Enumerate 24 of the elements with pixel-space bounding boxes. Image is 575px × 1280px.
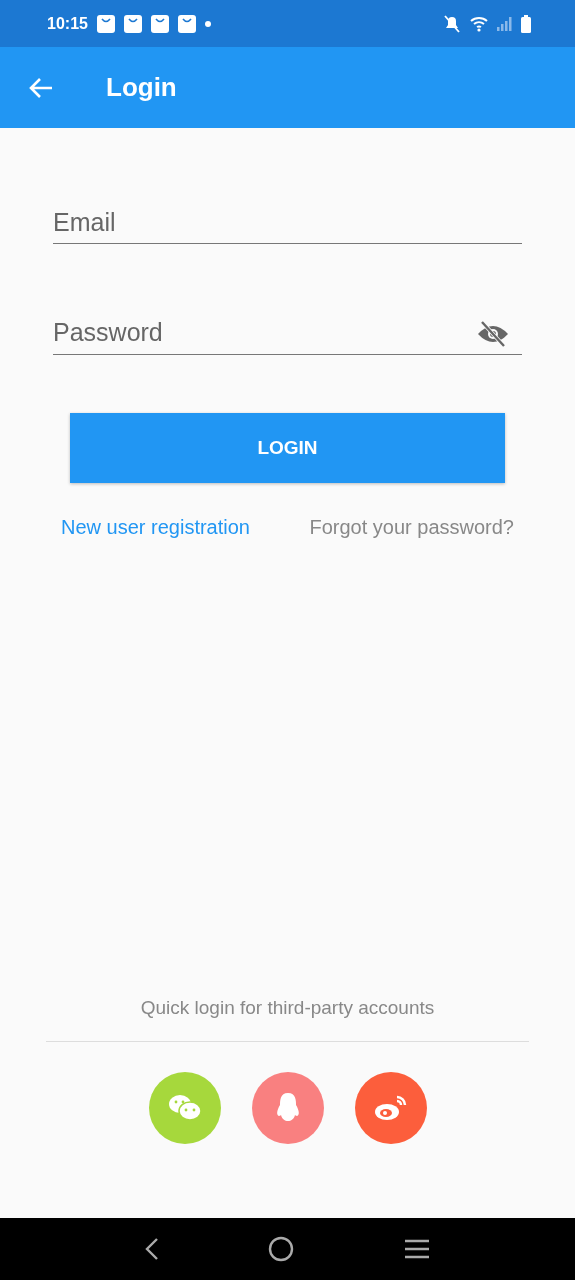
signal-icon [497,16,512,31]
back-nav-icon[interactable] [144,1237,161,1261]
wifi-icon [470,15,488,32]
password-field[interactable]: Password [53,315,468,353]
home-nav-icon[interactable] [268,1236,295,1262]
penguin-icon [274,1092,301,1124]
shopping-bag-icon [96,14,115,33]
register-link[interactable]: New user registration [61,516,250,539]
status-time: 10:15 [47,14,88,33]
chat-bubbles-icon [166,1093,203,1123]
email-field[interactable]: Email [53,206,522,244]
shopping-bag-icon [123,14,142,33]
forgot-password-link[interactable]: Forgot your password? [309,516,514,539]
muted-bell-icon [443,13,461,34]
eye-slash-icon[interactable] [476,321,510,347]
menu-icon[interactable] [402,1238,431,1260]
dot-icon [204,20,211,27]
third-party-caption: Quick login for third-party accounts [140,997,435,1019]
login-button[interactable]: LOGIN [70,413,505,483]
eye-logo-icon [372,1093,409,1123]
shopping-bag-icon [150,14,169,33]
battery-icon [521,14,531,33]
shopping-bag-icon [177,14,196,33]
app-bar-title: Login [106,72,177,103]
